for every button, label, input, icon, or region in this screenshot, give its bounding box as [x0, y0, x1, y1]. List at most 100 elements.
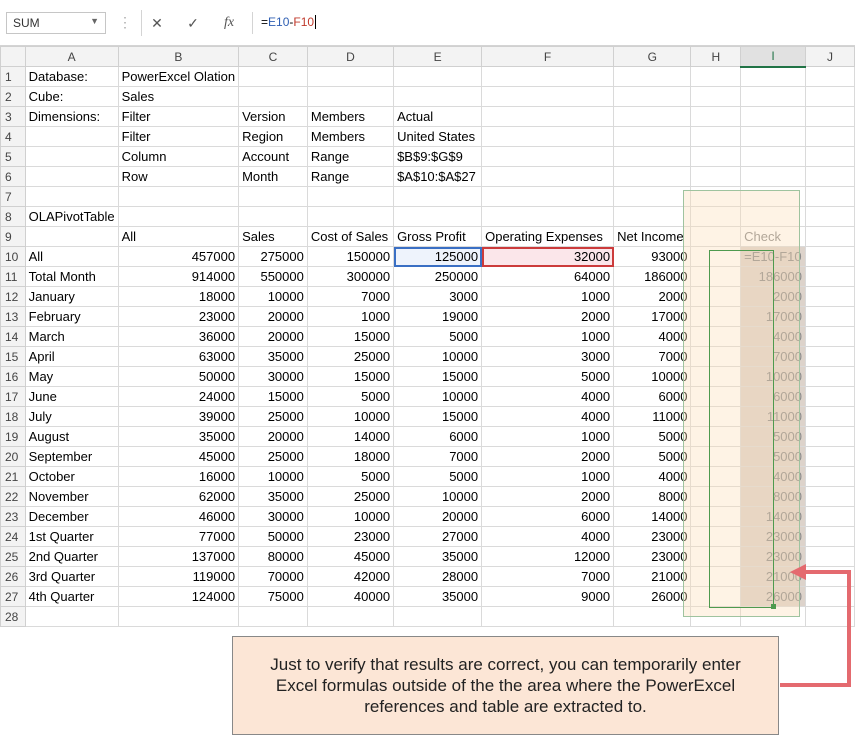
- value-sales[interactable]: 70000: [238, 566, 308, 587]
- value-gross-profit[interactable]: 28000: [393, 566, 483, 587]
- cell-j[interactable]: [805, 326, 855, 347]
- value-net-income[interactable]: 5000: [613, 426, 692, 447]
- value-cost[interactable]: 23000: [306, 526, 395, 547]
- row-label[interactable]: February: [24, 306, 119, 327]
- cell-h[interactable]: [690, 346, 742, 367]
- value-sales[interactable]: 15000: [238, 386, 308, 407]
- column-header-f[interactable]: F: [481, 46, 615, 67]
- cell-c[interactable]: [238, 86, 308, 107]
- check-value[interactable]: 6000: [740, 386, 806, 407]
- value-gross-profit[interactable]: 6000: [393, 426, 483, 447]
- cell-f[interactable]: [481, 606, 615, 627]
- cell-j[interactable]: [805, 486, 855, 507]
- cell-h[interactable]: [690, 426, 742, 447]
- check-value[interactable]: 5000: [740, 446, 806, 467]
- value-net-income[interactable]: 11000: [613, 406, 692, 427]
- value-gross-profit[interactable]: 35000: [393, 546, 483, 567]
- value-all[interactable]: 36000: [117, 326, 240, 347]
- cell-j[interactable]: [805, 126, 855, 147]
- cell-j[interactable]: [805, 286, 855, 307]
- column-header-a[interactable]: A: [24, 46, 119, 67]
- value-net-income[interactable]: 186000: [613, 266, 692, 287]
- cell-g[interactable]: [613, 126, 692, 147]
- cell-j[interactable]: [805, 146, 855, 167]
- cell-a[interactable]: Dimensions:: [24, 106, 119, 127]
- cell-f[interactable]: [481, 86, 615, 107]
- value-opex[interactable]: 6000: [481, 506, 615, 527]
- column-header-d[interactable]: D: [306, 46, 395, 67]
- row-label[interactable]: All: [24, 246, 119, 267]
- column-header-b[interactable]: B: [117, 46, 240, 67]
- row-label[interactable]: May: [24, 366, 119, 387]
- cell-b[interactable]: Filter: [117, 106, 240, 127]
- value-opex[interactable]: 2000: [481, 486, 615, 507]
- value-gross-profit[interactable]: 10000: [393, 486, 483, 507]
- value-net-income[interactable]: 6000: [613, 386, 692, 407]
- cell-d[interactable]: [306, 606, 395, 627]
- cell-a[interactable]: [24, 166, 119, 187]
- cell-h[interactable]: [690, 586, 742, 607]
- value-opex[interactable]: 2000: [481, 306, 615, 327]
- cell-b[interactable]: Column: [117, 146, 240, 167]
- value-net-income[interactable]: 4000: [613, 466, 692, 487]
- value-net-income[interactable]: 5000: [613, 446, 692, 467]
- cell-j[interactable]: [805, 266, 855, 287]
- cell-d[interactable]: [306, 86, 395, 107]
- check-value[interactable]: 23000: [740, 526, 806, 547]
- value-net-income[interactable]: 10000: [613, 366, 692, 387]
- pivot-col-cost[interactable]: Cost of Sales: [306, 226, 395, 247]
- value-cost[interactable]: 25000: [306, 346, 395, 367]
- row-label[interactable]: July: [24, 406, 119, 427]
- cell-i[interactable]: [740, 86, 806, 107]
- row-label[interactable]: August: [24, 426, 119, 447]
- value-opex[interactable]: 4000: [481, 526, 615, 547]
- value-gross-profit[interactable]: 3000: [393, 286, 483, 307]
- column-header-e[interactable]: E: [393, 46, 483, 67]
- row-header[interactable]: 2: [0, 86, 26, 107]
- row-header[interactable]: 14: [0, 326, 26, 347]
- value-cost[interactable]: 40000: [306, 586, 395, 607]
- row-header[interactable]: 3: [0, 106, 26, 127]
- row-header[interactable]: 11: [0, 266, 26, 287]
- column-header-j[interactable]: J: [805, 46, 855, 67]
- value-net-income[interactable]: 23000: [613, 546, 692, 567]
- cell-h[interactable]: [690, 166, 742, 187]
- cell-b[interactable]: [117, 606, 240, 627]
- value-sales[interactable]: 75000: [238, 586, 308, 607]
- cell-b[interactable]: PowerExcel Olation: [117, 66, 240, 87]
- value-cost[interactable]: 1000: [306, 306, 395, 327]
- cell-g[interactable]: [613, 206, 692, 227]
- cell-d[interactable]: Range: [306, 146, 395, 167]
- cell-a[interactable]: [24, 226, 119, 247]
- value-cost[interactable]: 15000: [306, 366, 395, 387]
- value-all[interactable]: 35000: [117, 426, 240, 447]
- row-label[interactable]: April: [24, 346, 119, 367]
- cell-c[interactable]: [238, 66, 308, 87]
- row-header[interactable]: 5: [0, 146, 26, 167]
- cell-c[interactable]: Account: [238, 146, 308, 167]
- value-all[interactable]: 457000: [117, 246, 240, 267]
- row-label[interactable]: December: [24, 506, 119, 527]
- value-net-income[interactable]: 21000: [613, 566, 692, 587]
- row-header[interactable]: 16: [0, 366, 26, 387]
- cell-g[interactable]: [613, 186, 692, 207]
- formula-input[interactable]: =E10-F10: [252, 12, 842, 34]
- row-label[interactable]: 4th Quarter: [24, 586, 119, 607]
- row-header[interactable]: 12: [0, 286, 26, 307]
- value-opex[interactable]: 5000: [481, 366, 615, 387]
- value-cost[interactable]: 45000: [306, 546, 395, 567]
- value-gross-profit[interactable]: 15000: [393, 366, 483, 387]
- cell-c[interactable]: [238, 606, 308, 627]
- cell-h[interactable]: [690, 486, 742, 507]
- value-opex[interactable]: 12000: [481, 546, 615, 567]
- value-sales[interactable]: 30000: [238, 366, 308, 387]
- cell-g[interactable]: [613, 66, 692, 87]
- check-value[interactable]: 186000: [740, 266, 806, 287]
- value-net-income[interactable]: 23000: [613, 526, 692, 547]
- value-net-income[interactable]: 7000: [613, 346, 692, 367]
- value-gross-profit[interactable]: 7000: [393, 446, 483, 467]
- cell-j[interactable]: [805, 166, 855, 187]
- value-all[interactable]: 39000: [117, 406, 240, 427]
- cell-a[interactable]: OLAPivotTable: [24, 206, 119, 227]
- cell-j[interactable]: [805, 386, 855, 407]
